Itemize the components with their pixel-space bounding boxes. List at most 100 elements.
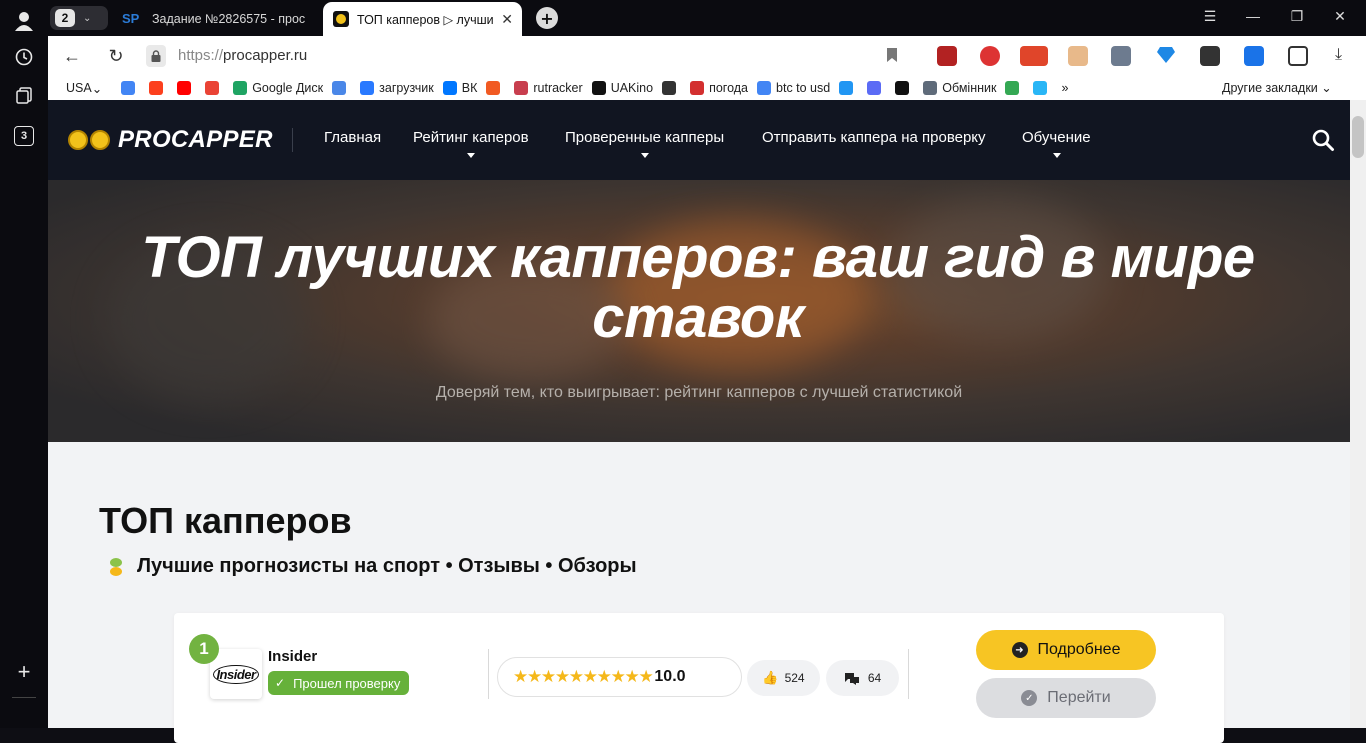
bookmark-label: загрузчик bbox=[379, 81, 434, 95]
download-extension-icon[interactable] bbox=[1244, 46, 1264, 66]
bookmark-favicon-icon bbox=[332, 81, 347, 95]
hero-subtitle: Доверяй тем, кто выигрывает: рейтинг кап… bbox=[435, 384, 963, 401]
other-bookmarks[interactable]: Другие закладки ⌄ bbox=[1222, 80, 1332, 95]
bookmarks-overflow[interactable]: » bbox=[1061, 81, 1068, 95]
back-icon[interactable]: ← bbox=[61, 46, 83, 67]
bookmark-item[interactable]: погода bbox=[690, 81, 748, 95]
bookmark-item[interactable] bbox=[1005, 81, 1024, 95]
bookmark-favicon-icon bbox=[177, 81, 192, 95]
bookmark-favicon-icon bbox=[1005, 81, 1020, 95]
pages-extension-icon[interactable] bbox=[1288, 46, 1308, 66]
character-extension-icon[interactable] bbox=[1068, 46, 1088, 66]
bookmark-item[interactable]: загрузчик bbox=[360, 81, 434, 95]
tab-title: Задание №2826575 - прос bbox=[152, 12, 306, 26]
capper-avatar[interactable]: Insider bbox=[210, 649, 262, 699]
tab-task[interactable]: SP Задание №2826575 - прос bbox=[122, 2, 322, 36]
bookmark-favicon-icon bbox=[486, 81, 501, 95]
tab-count-button[interactable]: 2 ⌄ bbox=[50, 6, 108, 30]
nav-menu-item[interactable]: Отправить каппера на проверку bbox=[762, 129, 986, 146]
capper-name[interactable]: Insider bbox=[268, 648, 317, 665]
chevron-down-icon: ⌄ bbox=[83, 12, 92, 24]
bookmark-item[interactable]: rutracker bbox=[514, 81, 583, 95]
hero-title: ТОП лучших капперов: ваш гид в мире став… bbox=[141, 225, 1255, 350]
nav-menu-item[interactable]: Рейтинг каперов bbox=[413, 129, 529, 146]
profile-icon[interactable] bbox=[9, 6, 39, 36]
arrow-extension-icon[interactable] bbox=[1200, 46, 1220, 66]
ublock-extension-icon[interactable] bbox=[937, 46, 957, 66]
bookmark-item[interactable] bbox=[121, 81, 140, 95]
procapper-favicon-icon bbox=[333, 11, 349, 27]
restore-icon[interactable]: ❐ bbox=[1287, 8, 1307, 25]
comments-pill[interactable]: 64 bbox=[826, 660, 899, 696]
lock-icon[interactable] bbox=[146, 45, 166, 67]
speed-extension-icon[interactable] bbox=[1020, 46, 1048, 66]
storage-extension-icon[interactable] bbox=[1111, 46, 1131, 66]
details-button[interactable]: ➜ Подробнее bbox=[976, 630, 1156, 670]
verified-badge: ✓ Прошел проверку bbox=[268, 671, 410, 695]
bookmark-item[interactable] bbox=[839, 81, 858, 95]
add-panel-icon[interactable]: + bbox=[9, 657, 39, 687]
bookmark-label: ВК bbox=[461, 81, 478, 95]
site-logo[interactable]: PROCAPPER bbox=[68, 126, 273, 154]
collections-icon[interactable] bbox=[9, 80, 39, 110]
bookmark-icon[interactable] bbox=[886, 47, 898, 68]
bookmark-item[interactable] bbox=[177, 81, 196, 95]
caret-down-icon bbox=[1052, 153, 1061, 158]
bookmark-label: USA bbox=[66, 81, 92, 95]
reload-icon[interactable]: ↻ bbox=[105, 46, 127, 67]
bookmark-favicon-icon bbox=[662, 81, 677, 95]
bookmark-item[interactable]: Обмінник bbox=[923, 81, 996, 95]
bookmarks-bar: USA ⌄ Google Диск загрузчик ВК rutracker UAKi… bbox=[48, 76, 1366, 100]
diamond-extension-icon[interactable] bbox=[1156, 46, 1176, 66]
tab-groups-icon[interactable]: 3 bbox=[9, 121, 39, 151]
bookmark-item[interactable]: USA ⌄ bbox=[66, 81, 112, 96]
caret-down-icon bbox=[640, 153, 649, 158]
comments-icon bbox=[844, 672, 859, 685]
bookmark-favicon-icon bbox=[514, 81, 529, 95]
nav-menu-item[interactable]: Проверенные капперы bbox=[565, 129, 724, 146]
window-close-icon[interactable]: ✕ bbox=[1330, 8, 1350, 25]
scrollbar-thumb[interactable] bbox=[1352, 116, 1364, 158]
bookmark-label: Google Диск bbox=[252, 81, 324, 95]
vpn-extension-icon[interactable] bbox=[980, 46, 1000, 66]
downloads-icon[interactable]: ⤓ bbox=[1335, 46, 1342, 64]
bookmark-item[interactable] bbox=[205, 81, 224, 95]
rating-value: 10.0 bbox=[654, 668, 686, 685]
search-icon[interactable] bbox=[1311, 128, 1335, 157]
bookmark-favicon-icon bbox=[867, 81, 882, 95]
minimize-icon[interactable]: — bbox=[1243, 8, 1263, 24]
bookmark-item[interactable] bbox=[332, 81, 351, 95]
bookmark-item[interactable]: Google Диск bbox=[233, 81, 323, 95]
go-button[interactable]: ✓ Перейти bbox=[976, 678, 1156, 718]
bookmark-item[interactable] bbox=[486, 81, 505, 95]
nav-menu-item[interactable]: Главная bbox=[324, 129, 381, 146]
address-input[interactable]: https://procapper.ru bbox=[178, 47, 307, 64]
bookmark-favicon-icon bbox=[757, 81, 772, 95]
history-icon[interactable] bbox=[9, 42, 39, 72]
bookmark-item[interactable] bbox=[1033, 81, 1052, 95]
section-title: ТОП капперов bbox=[99, 500, 352, 541]
bookmark-item[interactable] bbox=[662, 81, 681, 95]
coin-icon bbox=[90, 130, 110, 150]
bookmark-favicon-icon bbox=[205, 81, 220, 95]
bookmark-item[interactable]: UAKino bbox=[591, 81, 653, 95]
pin-icon bbox=[110, 557, 122, 576]
bookmark-label: Обмінник bbox=[942, 81, 997, 95]
thumbs-up-icon: 👍 bbox=[762, 670, 779, 685]
bookmark-item[interactable]: btc to usd bbox=[757, 81, 830, 95]
bookmark-item[interactable] bbox=[149, 81, 168, 95]
new-tab-button[interactable]: + bbox=[536, 7, 558, 29]
close-icon[interactable]: ✕ bbox=[501, 11, 513, 28]
coin-icon bbox=[68, 130, 88, 150]
bookmark-item[interactable] bbox=[867, 81, 886, 95]
bookmark-item[interactable] bbox=[895, 81, 914, 95]
scrollbar[interactable] bbox=[1350, 100, 1366, 728]
bookmark-favicon-icon bbox=[839, 81, 854, 95]
nav-menu-item[interactable]: Обучение bbox=[1022, 129, 1091, 146]
likes-pill[interactable]: 👍 524 bbox=[747, 660, 820, 696]
bookmark-item[interactable]: ВК bbox=[442, 81, 478, 95]
tab-procapper[interactable]: ТОП капперов ▷ лучши ✕ bbox=[323, 2, 522, 36]
bookmark-label: btc to usd bbox=[776, 81, 831, 95]
menu-icon[interactable]: ☰ bbox=[1200, 8, 1220, 25]
rating-stars: ★★★★★★★★★★ bbox=[513, 667, 654, 686]
